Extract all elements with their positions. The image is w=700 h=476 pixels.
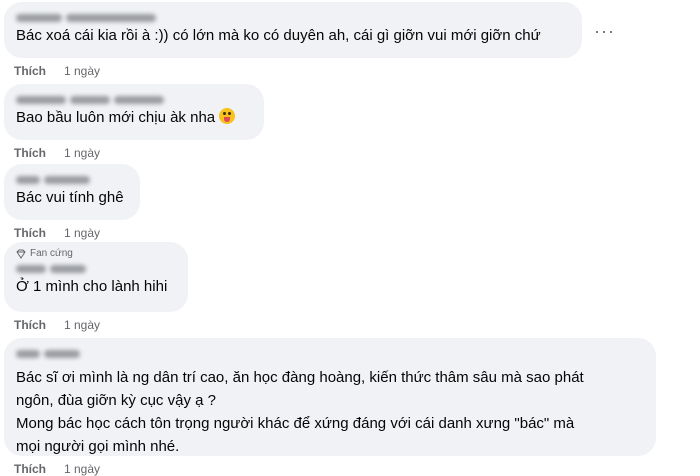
comment-time[interactable]: 1 ngày xyxy=(64,226,100,240)
diamond-icon xyxy=(16,249,26,259)
like-button[interactable]: Thích xyxy=(14,146,46,160)
comment-text: Bác sĩ ơi mình là ng dân trí cao, ăn học… xyxy=(16,366,644,458)
comment-actions: Thích 1 ngày xyxy=(4,318,188,332)
comment-time[interactable]: 1 ngày xyxy=(64,462,100,476)
comment-text: Bác vui tính ghê xyxy=(16,189,124,206)
comment-actions: Thích 1 ngày xyxy=(4,462,656,476)
comment-line: ngôn, đùa giỡn kỳ cục vậy ạ ? xyxy=(16,392,216,409)
badge-label: Fan cứng xyxy=(30,248,73,259)
like-button[interactable]: Thích xyxy=(14,64,46,78)
more-options-icon[interactable]: ··· xyxy=(594,22,615,40)
like-button[interactable]: Thích xyxy=(14,462,46,476)
comment-item: Bác sĩ ơi mình là ng dân trí cao, ăn học… xyxy=(4,338,656,476)
tongue-face-icon xyxy=(219,108,236,124)
comment-time[interactable]: 1 ngày xyxy=(64,146,100,160)
comment-author[interactable] xyxy=(16,172,128,184)
comment-time[interactable]: 1 ngày xyxy=(64,64,100,78)
comment-bubble: Fan cứng Ở 1 mình cho lành hihi xyxy=(4,242,188,312)
comment-item: Fan cứng Ở 1 mình cho lành hihi Thích 1 … xyxy=(4,242,188,332)
like-button[interactable]: Thích xyxy=(14,318,46,332)
comment-author[interactable] xyxy=(16,92,252,104)
comment-actions: Thích 1 ngày xyxy=(4,146,264,160)
like-button[interactable]: Thích xyxy=(14,226,46,240)
comment-author[interactable] xyxy=(16,10,570,22)
fan-badge: Fan cứng xyxy=(16,248,176,259)
comment-bubble: Bác xoá cái kia rồi à :)) có lớn mà ko c… xyxy=(4,2,582,58)
comment-bubble: Bao bầu luôn mới chịu àk nha xyxy=(4,84,264,140)
comment-author[interactable] xyxy=(16,261,176,273)
comment-item: Bác xoá cái kia rồi à :)) có lớn mà ko c… xyxy=(4,2,582,78)
comment-text: Bác xoá cái kia rồi à :)) có lớn mà ko c… xyxy=(16,27,541,44)
comment-bubble: Bác vui tính ghê xyxy=(4,164,140,220)
comment-text: Ở 1 mình cho lành hihi xyxy=(16,278,168,295)
comment-line: Mong bác học cách tôn trọng người khác đ… xyxy=(16,415,575,432)
comment-time[interactable]: 1 ngày xyxy=(64,318,100,332)
comment-actions: Thích 1 ngày xyxy=(4,64,582,78)
comment-item: Bác vui tính ghê Thích 1 ngày xyxy=(4,164,140,240)
comment-actions: Thích 1 ngày xyxy=(4,226,140,240)
comment-bubble: Bác sĩ ơi mình là ng dân trí cao, ăn học… xyxy=(4,338,656,456)
comment-line: mọi người gọi mình nhé. xyxy=(16,438,180,455)
comment-text: Bao bầu luôn mới chịu àk nha xyxy=(16,106,252,129)
comment-line: Bác sĩ ơi mình là ng dân trí cao, ăn học… xyxy=(16,369,584,386)
comment-author[interactable] xyxy=(16,346,644,358)
comment-item: Bao bầu luôn mới chịu àk nha Thích 1 ngà… xyxy=(4,84,264,160)
